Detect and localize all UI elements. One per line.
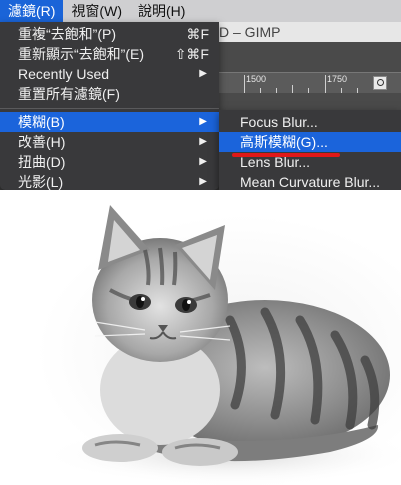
submenu-item-gaussian-blur[interactable]: 高斯模糊(G)...: [219, 132, 401, 152]
menu-item-repeat[interactable]: 重複“去飽和”(P) ⌘F: [0, 24, 219, 44]
menu-item-reshow[interactable]: 重新顯示“去飽和”(E) ⇧⌘F: [0, 44, 219, 64]
red-underline-annotation: [232, 153, 340, 157]
menu-item-label: 改善(H): [18, 134, 66, 150]
filters-menu: 重複“去飽和”(P) ⌘F 重新顯示“去飽和”(E) ⇧⌘F Recently …: [0, 22, 219, 190]
kitten-paw-left: [82, 434, 158, 462]
menu-item-label: 扭曲(D): [18, 154, 66, 170]
submenu-item-mean-curvature-blur[interactable]: Mean Curvature Blur...: [219, 172, 401, 192]
menu-item-label: 重複“去飽和”(P): [18, 26, 116, 42]
menu-item-recently-used[interactable]: Recently Used ▶: [0, 64, 219, 84]
menu-item-light-shadow[interactable]: 光影(L) ▶: [0, 172, 219, 192]
submenu-arrow-icon: ▶: [199, 68, 207, 79]
shortcut-label: ⌘F: [186, 26, 209, 42]
ruler-tick: [357, 88, 358, 93]
menu-help[interactable]: 說明(H): [130, 0, 193, 22]
menu-item-label: 模糊(B): [18, 114, 65, 130]
ruler-label-1: 1500: [246, 74, 267, 84]
menu-filters[interactable]: 濾鏡(R): [0, 0, 64, 22]
ruler-label-2: 1750: [327, 74, 348, 84]
kitten-paw-right: [162, 438, 238, 466]
kitten-image: [40, 205, 401, 485]
submenu-item-label: Focus Blur...: [240, 114, 318, 130]
menu-item-enhance[interactable]: 改善(H) ▶: [0, 132, 219, 152]
menu-item-label: 重新顯示“去飽和”(E): [18, 46, 144, 62]
submenu-arrow-icon: ▶: [199, 116, 207, 127]
submenu-item-focus-blur[interactable]: Focus Blur...: [219, 112, 401, 132]
submenu-arrow-icon: ▶: [199, 136, 207, 147]
menu-item-reset-filters[interactable]: 重置所有濾鏡(F): [0, 84, 219, 104]
ruler-tick: [341, 88, 342, 93]
window-title: D – GIMP: [215, 22, 401, 42]
menu-bar: 濾鏡(R) 視窗(W) 說明(H): [0, 0, 401, 22]
ruler-tick: [244, 75, 245, 93]
ruler-tick: [276, 88, 277, 93]
ruler-tick: [325, 75, 326, 93]
menu-item-label: 光影(L): [18, 174, 64, 190]
menu-windows[interactable]: 視窗(W): [63, 0, 130, 22]
submenu-item-label: Mean Curvature Blur...: [240, 174, 381, 190]
blur-submenu: Focus Blur... 高斯模糊(G)... Lens Blur... Me…: [219, 110, 401, 190]
menu-item-blur[interactable]: 模糊(B) ▶: [0, 112, 219, 132]
shortcut-label: ⇧⌘F: [174, 46, 209, 62]
navigate-icon[interactable]: [373, 76, 387, 90]
menu-item-label: Recently Used: [18, 66, 110, 82]
menu-item-distorts[interactable]: 扭曲(D) ▶: [0, 152, 219, 172]
image-canvas[interactable]: [0, 190, 401, 485]
ruler-tick: [292, 85, 293, 93]
ruler-tick: [308, 88, 309, 93]
submenu-item-label: 高斯模糊(G)...: [240, 134, 328, 150]
submenu-arrow-icon: ▶: [199, 176, 207, 187]
menu-separator: [0, 108, 219, 109]
menu-item-label: 重置所有濾鏡(F): [18, 86, 120, 102]
submenu-arrow-icon: ▶: [199, 156, 207, 167]
ruler-tick: [260, 88, 261, 93]
